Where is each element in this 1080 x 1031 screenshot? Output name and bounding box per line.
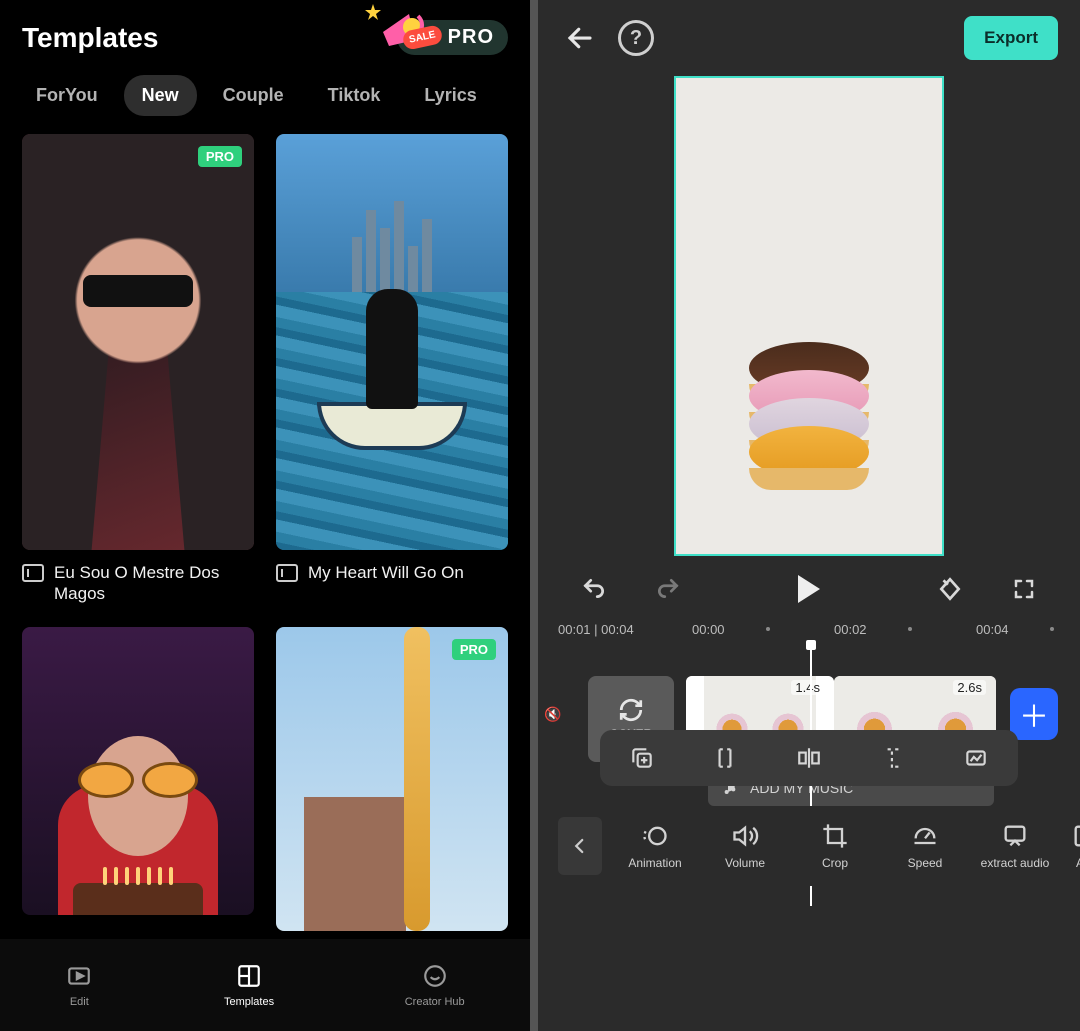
timeline[interactable]: 🔇 COVER 1.4s x1.0 2.6s .0 ＋ ADD MY MUSI (538, 646, 1080, 886)
tab-foryou[interactable]: ForYou (18, 75, 116, 116)
pro-badge-label: PRO (448, 26, 494, 49)
tool-auto[interactable]: Aut (1060, 822, 1080, 870)
pro-badge[interactable]: SALE PRO (397, 20, 508, 55)
tool-label: Crop (822, 856, 848, 870)
pane-divider (530, 0, 538, 1031)
tab-new[interactable]: New (124, 75, 197, 116)
ruler-dot (766, 627, 770, 631)
export-button[interactable]: Export (964, 16, 1058, 60)
ruler-tick: 00:00 (692, 622, 725, 637)
template-thumbnail (276, 134, 508, 550)
time-display: 00:01 | 00:04 (558, 622, 634, 637)
refresh-icon (618, 697, 644, 723)
templates-icon (235, 962, 263, 990)
templates-header: Templates SALE PRO (0, 0, 530, 61)
tool-speed[interactable]: Speed (880, 822, 970, 870)
mirror-icon[interactable] (794, 743, 824, 773)
template-card[interactable]: PRO (276, 627, 508, 931)
tool-animation[interactable]: Animation (610, 822, 700, 870)
ruler-dot (908, 627, 912, 631)
help-button[interactable]: ? (618, 20, 654, 56)
back-button[interactable] (560, 18, 600, 58)
ruler-dot (1050, 627, 1054, 631)
crop-icon (821, 822, 849, 850)
template-title: Eu Sou O Mestre Dos Magos (54, 562, 254, 605)
ruler-tick: 00:02 (834, 622, 867, 637)
clip-duration: 1.4s (791, 680, 824, 695)
templates-title: Templates (22, 22, 158, 54)
keyframe-button[interactable] (930, 569, 970, 609)
adjust-icon[interactable] (961, 743, 991, 773)
preview-area (538, 76, 1080, 562)
tool-label: extract audio (981, 856, 1050, 870)
template-grid: PRO Eu Sou O Mestre Dos Magos My Heart W… (0, 134, 530, 939)
volume-icon (731, 822, 759, 850)
tools-back-button[interactable] (558, 817, 602, 875)
nav-label: Templates (224, 996, 274, 1008)
multi-clip-icon (22, 564, 44, 582)
play-button[interactable] (798, 575, 820, 603)
duplicate-icon[interactable] (627, 743, 657, 773)
add-clip-button[interactable]: ＋ (1010, 688, 1058, 740)
tool-label: Volume (725, 856, 765, 870)
tab-lyrics[interactable]: Lyrics (406, 75, 494, 116)
pro-tag: PRO (452, 639, 496, 660)
undo-button[interactable] (574, 569, 614, 609)
tool-row: Animation Volume Crop Speed extract audi… (538, 806, 1080, 886)
templates-pane: Templates SALE PRO ForYou New Couple Tik… (0, 0, 530, 1031)
ruler-tick: 00:04 (976, 622, 1009, 637)
tool-volume[interactable]: Volume (700, 822, 790, 870)
multi-clip-icon (276, 564, 298, 582)
tool-label: Aut (1076, 856, 1080, 870)
tool-label: Animation (628, 856, 681, 870)
template-card[interactable]: PRO Eu Sou O Mestre Dos Magos (22, 134, 254, 605)
fullscreen-button[interactable] (1004, 569, 1044, 609)
editor-header: ? Export (538, 0, 1080, 76)
tool-extract-audio[interactable]: extract audio (970, 822, 1060, 870)
template-thumbnail (22, 627, 254, 915)
trim-icon[interactable] (710, 743, 740, 773)
pro-tag: PRO (198, 146, 242, 167)
nav-creator-hub[interactable]: Creator Hub (405, 962, 465, 1008)
tool-label: Speed (908, 856, 943, 870)
tool-crop[interactable]: Crop (790, 822, 880, 870)
clip-duration: 2.6s (953, 680, 986, 695)
edit-icon (65, 962, 93, 990)
creator-hub-icon (421, 962, 449, 990)
template-card[interactable]: My Heart Will Go On (276, 134, 508, 605)
split-icon[interactable] (878, 743, 908, 773)
animation-icon (641, 822, 669, 850)
speed-icon (911, 822, 939, 850)
preview-content (749, 366, 869, 478)
preview-frame[interactable] (674, 76, 944, 556)
template-thumbnail: PRO (22, 134, 254, 550)
redo-button[interactable] (648, 569, 688, 609)
extract-audio-icon (1001, 822, 1029, 850)
tab-couple[interactable]: Couple (205, 75, 302, 116)
template-thumbnail: PRO (276, 627, 508, 931)
transport-controls (538, 562, 1080, 616)
tab-tiktok[interactable]: Tiktok (310, 75, 399, 116)
template-title: My Heart Will Go On (308, 562, 464, 583)
editor-pane: ? Export 00:01 | 00:0 (538, 0, 1080, 1031)
template-card[interactable] (22, 627, 254, 931)
nav-templates[interactable]: Templates (224, 962, 274, 1008)
template-tabs: ForYou New Couple Tiktok Lyrics (0, 61, 530, 134)
bottom-nav: Edit Templates Creator Hub (0, 939, 530, 1031)
nav-label: Edit (70, 996, 89, 1008)
auto-icon (1071, 822, 1080, 850)
nav-edit[interactable]: Edit (65, 962, 93, 1008)
nav-label: Creator Hub (405, 996, 465, 1008)
edit-strip (600, 730, 1018, 786)
